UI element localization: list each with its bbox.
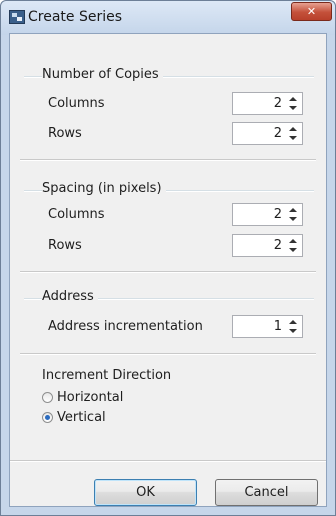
spacing-columns-label: Columns <box>48 207 105 222</box>
title-bar: Create Series ✕ <box>1 1 335 35</box>
radio-unchecked-icon[interactable] <box>42 392 53 403</box>
copies-rows-value[interactable]: 2 <box>274 126 282 141</box>
ok-button[interactable]: OK <box>94 479 197 506</box>
section-separator <box>20 353 316 355</box>
address-group-title: Address <box>42 289 98 304</box>
spacing-group-title: Spacing (in pixels) <box>42 181 166 196</box>
spin-up-icon[interactable] <box>286 206 300 214</box>
spin-up-icon[interactable] <box>286 95 300 103</box>
spin-down-icon[interactable] <box>286 134 300 142</box>
copies-rows-label: Rows <box>48 126 82 141</box>
spinner-arrows <box>286 206 300 223</box>
copies-rows-spinner[interactable]: 2 <box>232 122 303 145</box>
radio-horizontal-label[interactable]: Horizontal <box>57 390 123 405</box>
spin-down-icon[interactable] <box>286 215 300 223</box>
spin-up-icon[interactable] <box>286 237 300 245</box>
spinner-arrows <box>286 318 300 335</box>
spacing-rows-spinner[interactable]: 2 <box>232 234 303 257</box>
window-title: Create Series <box>28 9 123 25</box>
address-increment-label: Address incrementation <box>48 319 203 334</box>
app-icon <box>9 10 25 24</box>
spacing-columns-spinner[interactable]: 2 <box>232 203 303 226</box>
spin-down-icon[interactable] <box>286 104 300 112</box>
create-series-dialog: Create Series ✕ Number of Copies Columns… <box>0 0 336 516</box>
footer-separator <box>10 460 326 462</box>
spinner-arrows <box>286 125 300 142</box>
address-increment-spinner[interactable]: 1 <box>232 315 303 338</box>
direction-group-title: Increment Direction <box>42 368 176 383</box>
cancel-button[interactable]: Cancel <box>215 479 318 506</box>
spacing-rows-value[interactable]: 2 <box>274 238 282 253</box>
section-separator <box>20 271 316 273</box>
radio-checked-icon[interactable] <box>42 412 53 423</box>
spin-up-icon[interactable] <box>286 318 300 326</box>
spacing-columns-value[interactable]: 2 <box>274 207 282 222</box>
spin-down-icon[interactable] <box>286 327 300 335</box>
address-increment-value[interactable]: 1 <box>274 319 282 334</box>
radio-vertical-label[interactable]: Vertical <box>57 410 106 425</box>
spin-up-icon[interactable] <box>286 125 300 133</box>
close-button[interactable]: ✕ <box>291 2 332 21</box>
copies-columns-label: Columns <box>48 96 105 111</box>
spin-down-icon[interactable] <box>286 246 300 254</box>
spinner-arrows <box>286 237 300 254</box>
spacing-rows-label: Rows <box>48 238 82 253</box>
section-separator <box>20 159 316 161</box>
copies-columns-value[interactable]: 2 <box>274 96 282 111</box>
dialog-body: Number of Copies Columns 2 Rows 2 Spacin… <box>9 33 327 507</box>
copies-columns-spinner[interactable]: 2 <box>232 92 303 115</box>
copies-group-title: Number of Copies <box>42 67 163 82</box>
spinner-arrows <box>286 95 300 112</box>
